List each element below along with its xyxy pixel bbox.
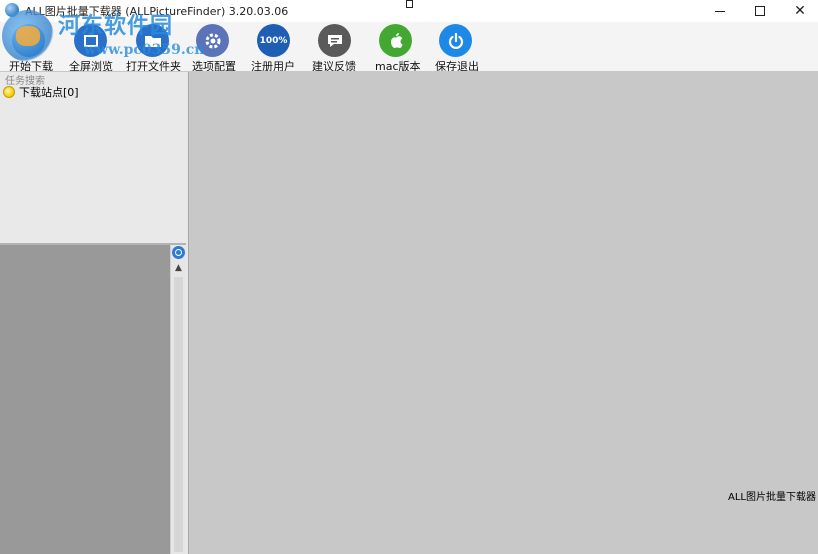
tree-item-download-sites[interactable]: 下载站点[0] (3, 85, 79, 99)
open-folder-button[interactable]: 打开文件夹 (123, 22, 183, 73)
maximize-icon (755, 6, 765, 16)
folder-icon (136, 24, 169, 57)
preview-caption: ALL图片批量下载器 (728, 492, 816, 503)
badge-100-icon: 100% (257, 24, 290, 57)
close-icon: ✕ (794, 3, 806, 19)
mouse-cursor-icon (406, 0, 413, 8)
toolbar: 开始下载 全屏浏览 打开文件夹 选项配置 100% 注册用户 建议反馈 mac版… (0, 22, 818, 73)
thumbnail-scrollbar[interactable]: ▲ (170, 245, 186, 554)
task-tree-panel: 任务搜索 下载站点[0] (0, 72, 187, 244)
window-title: ALL图片批量下载器 (ALLPictureFinder) 3.20.03.06 (25, 5, 289, 18)
start-download-button[interactable]: 开始下载 (0, 22, 60, 73)
save-exit-button[interactable]: 保存退出 (433, 22, 483, 73)
chat-bubble-icon (318, 24, 351, 57)
app-window: ALL图片批量下载器 (ALLPictureFinder) 3.20.03.06… (0, 0, 818, 554)
feedback-button[interactable]: 建议反馈 (311, 22, 361, 73)
thumbnail-panel (0, 245, 170, 554)
register-button[interactable]: 100% 注册用户 (249, 22, 299, 73)
download-icon (12, 24, 45, 57)
power-icon (439, 24, 472, 57)
scroll-up-arrow-icon[interactable]: ▲ (171, 262, 186, 274)
app-logo-icon (5, 3, 19, 17)
close-button[interactable]: ✕ (780, 0, 818, 22)
fullscreen-button[interactable]: 全屏浏览 (62, 22, 122, 73)
title-bar: ALL图片批量下载器 (ALLPictureFinder) 3.20.03.06… (0, 0, 818, 22)
zoom-icon[interactable] (172, 246, 185, 259)
maximize-button[interactable] (740, 0, 780, 22)
apple-icon (379, 24, 412, 57)
scroll-track[interactable] (174, 277, 183, 552)
fullscreen-icon (74, 24, 107, 57)
bulb-icon (3, 86, 15, 98)
tree-item-label: 下载站点[0] (19, 86, 79, 99)
image-preview-area[interactable]: ALL图片批量下载器 (189, 72, 818, 554)
minimize-icon (715, 10, 725, 12)
options-button[interactable]: 选项配置 (189, 22, 239, 73)
mac-version-button[interactable]: mac版本 (374, 22, 421, 73)
minimize-button[interactable] (700, 0, 740, 22)
gear-icon (196, 24, 229, 57)
